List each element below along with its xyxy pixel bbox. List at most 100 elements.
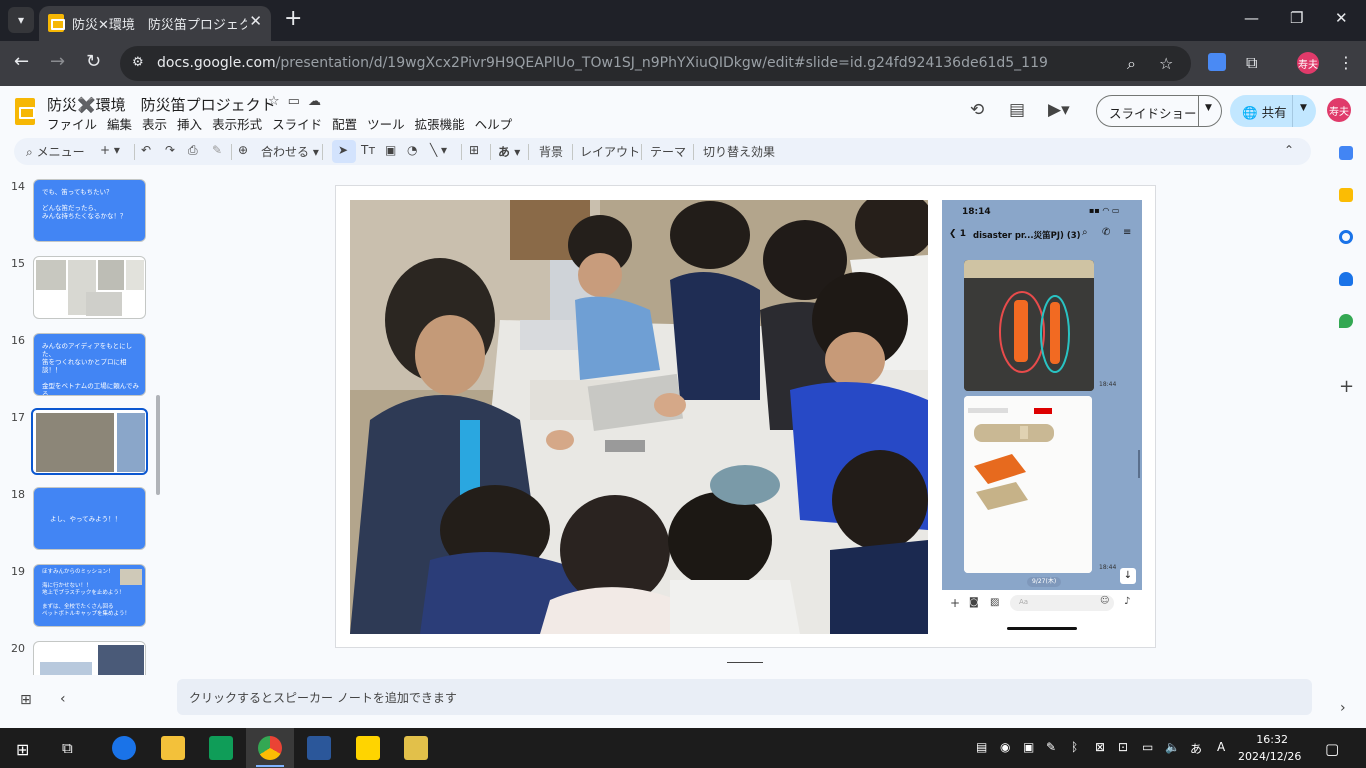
- comments-icon[interactable]: ▤: [1009, 100, 1025, 120]
- file-explorer-icon[interactable]: [161, 736, 185, 760]
- chat-back-button[interactable]: ❮ 1: [949, 229, 966, 239]
- paint-format-icon[interactable]: ✎: [212, 143, 222, 157]
- window-close-icon[interactable]: ✕: [1335, 9, 1348, 27]
- windows-start-icon[interactable]: ⊞: [16, 740, 29, 759]
- menu-edit[interactable]: 編集: [107, 114, 132, 133]
- edge-icon[interactable]: [112, 736, 136, 760]
- extensions-puzzle-icon[interactable]: ⧉: [1246, 53, 1257, 73]
- tray-icon[interactable]: ▤: [976, 740, 987, 754]
- print-icon[interactable]: ⎙: [188, 143, 198, 158]
- comment-add-icon[interactable]: ⊞: [469, 143, 479, 157]
- slide-thumbnail[interactable]: でも、笛ってもちたい？ どんな笛だったら、 みんな持ちたくなるかな！？: [33, 179, 146, 242]
- more-menu-icon[interactable]: ⋮: [1338, 53, 1354, 72]
- taskbar-clock[interactable]: 16:32 2024/12/26: [1238, 731, 1301, 765]
- collapse-filmstrip-icon[interactable]: ‹: [60, 691, 66, 707]
- bookmark-star-icon[interactable]: ☆: [1159, 54, 1173, 73]
- menu-tools[interactable]: ツール: [367, 114, 405, 133]
- restore-icon[interactable]: ❐: [1290, 9, 1303, 27]
- input-tools-button[interactable]: あ ▾: [498, 143, 520, 160]
- close-icon[interactable]: ✕: [249, 12, 262, 30]
- add-addon-icon[interactable]: +: [1339, 376, 1354, 397]
- grid-view-icon[interactable]: ⊞: [20, 692, 32, 708]
- image-icon[interactable]: ▣: [385, 143, 396, 157]
- speaker-notes[interactable]: クリックするとスピーカー ノートを追加できます: [177, 679, 1312, 715]
- back-icon[interactable]: ←: [14, 51, 29, 72]
- minimize-icon[interactable]: —: [1244, 9, 1259, 27]
- slideshow-dropdown-icon[interactable]: ▼: [1205, 103, 1212, 113]
- expand-panel-icon[interactable]: ›: [1340, 700, 1346, 716]
- menu-format[interactable]: 表示形式: [212, 114, 262, 133]
- slide-thumbnail[interactable]: ほすみんからのミッション！ 海に行かせない！！ 地上でプラスチックを止めよう！ …: [33, 564, 146, 627]
- calendar-icon[interactable]: [1339, 146, 1353, 160]
- menu-view[interactable]: 表示: [142, 114, 167, 133]
- reload-icon[interactable]: ↻: [86, 51, 101, 72]
- pen-icon[interactable]: ✎: [1046, 740, 1056, 754]
- tab-search-button[interactable]: ▾: [8, 7, 34, 33]
- line-icon[interactable]: ╲ ▾: [430, 143, 447, 157]
- scroll-down-icon[interactable]: ↓: [1120, 568, 1136, 584]
- app-icon[interactable]: [404, 736, 428, 760]
- filmstrip-scrollbar[interactable]: [156, 395, 160, 495]
- forward-icon[interactable]: →: [50, 51, 65, 72]
- phone-call-icon[interactable]: ✆: [1102, 227, 1110, 238]
- slideshow-button[interactable]: スライドショー ▼: [1096, 95, 1222, 127]
- slide-thumbnail[interactable]: よし、やってみよう！！: [33, 487, 146, 550]
- tasks-icon[interactable]: [1339, 230, 1353, 244]
- battery-icon[interactable]: ▭: [1142, 740, 1153, 754]
- share-dropdown-icon[interactable]: ▼: [1300, 103, 1307, 113]
- store-icon[interactable]: [209, 736, 233, 760]
- collapse-toolbar-icon[interactable]: ⌃: [1284, 143, 1294, 157]
- theme-button[interactable]: テーマ: [650, 143, 686, 160]
- document-title[interactable]: 防災✖️環境 防災笛プロジェクト: [47, 94, 276, 115]
- zoom-icon[interactable]: ⌕: [1127, 54, 1136, 74]
- notes-resize-handle[interactable]: [727, 662, 763, 663]
- camera-icon[interactable]: ◙: [969, 597, 979, 608]
- zoom-select[interactable]: 合わせる ▾: [261, 143, 319, 160]
- plus-icon[interactable]: +: [950, 596, 960, 610]
- task-view-icon[interactable]: ⧉: [62, 739, 73, 757]
- menu-slide[interactable]: スライド: [272, 114, 322, 133]
- menu-insert[interactable]: 挿入: [177, 114, 202, 133]
- contacts-icon[interactable]: [1339, 272, 1353, 286]
- share-button[interactable]: 🌐 共有 ▼: [1230, 95, 1316, 127]
- undo-icon[interactable]: ↶: [141, 143, 151, 157]
- chat-image-cad[interactable]: [964, 396, 1092, 573]
- account-avatar[interactable]: 寿夫: [1327, 98, 1351, 122]
- chat-search-icon[interactable]: ⌕: [1082, 227, 1088, 238]
- chat-menu-icon[interactable]: ≡: [1123, 227, 1131, 238]
- chat-image-whistles[interactable]: [964, 260, 1094, 391]
- address-bar[interactable]: ⚙ docs.google.com/presentation/d/19wgXcx…: [120, 46, 1191, 81]
- tray-icon[interactable]: ◉: [1000, 740, 1010, 754]
- menu-help[interactable]: ヘルプ: [475, 114, 513, 133]
- volume-icon[interactable]: 🔈: [1165, 740, 1180, 754]
- new-slide-button[interactable]: + ▾: [100, 143, 120, 157]
- slide-thumbnail[interactable]: みんなのアイディアをもとにした、 笛をつくれないかとプロに相談！！ 金型をベトナ…: [33, 333, 146, 396]
- extension-icon[interactable]: [1208, 53, 1226, 71]
- ime-icon[interactable]: あ: [1190, 740, 1202, 757]
- layout-button[interactable]: レイアウト: [580, 143, 640, 160]
- site-info-icon[interactable]: ⚙: [132, 55, 144, 70]
- adobe-icon[interactable]: A: [1217, 740, 1225, 754]
- shape-icon[interactable]: ◔: [407, 143, 417, 157]
- mic-icon[interactable]: ♪: [1124, 596, 1130, 607]
- select-cursor-icon[interactable]: ➤: [338, 143, 348, 157]
- notification-icon[interactable]: ▢: [1325, 740, 1339, 758]
- new-tab-button[interactable]: +: [284, 8, 302, 30]
- zoom-icon[interactable]: ⊕: [238, 143, 248, 157]
- star-icon[interactable]: ☆: [268, 94, 288, 109]
- emoji-icon[interactable]: ☺: [1100, 596, 1109, 606]
- chat-message-input[interactable]: Aa ☺: [1010, 595, 1114, 611]
- bluetooth-icon[interactable]: ᛒ: [1071, 740, 1078, 754]
- tray-icon[interactable]: ▣: [1023, 740, 1034, 754]
- menu-file[interactable]: ファイル: [47, 114, 97, 133]
- slide-canvas[interactable]: 18:14 ▪▪ ◠ ▭ ❮ 1 disaster pr...災笛PJ) (3)…: [335, 185, 1156, 648]
- slides-logo-icon[interactable]: [15, 98, 35, 125]
- browser-tab[interactable]: 防災✕環境 防災笛プロジェクト ✕: [39, 6, 271, 41]
- slide-thumbnail[interactable]: [33, 641, 146, 675]
- menu-extensions[interactable]: 拡張機能: [415, 114, 465, 133]
- background-button[interactable]: 背景: [539, 143, 563, 160]
- maps-icon[interactable]: [1339, 314, 1353, 328]
- menu-arrange[interactable]: 配置: [332, 114, 357, 133]
- move-folder-icon[interactable]: ▭: [288, 94, 308, 109]
- chrome-taskbar-active[interactable]: [246, 728, 294, 768]
